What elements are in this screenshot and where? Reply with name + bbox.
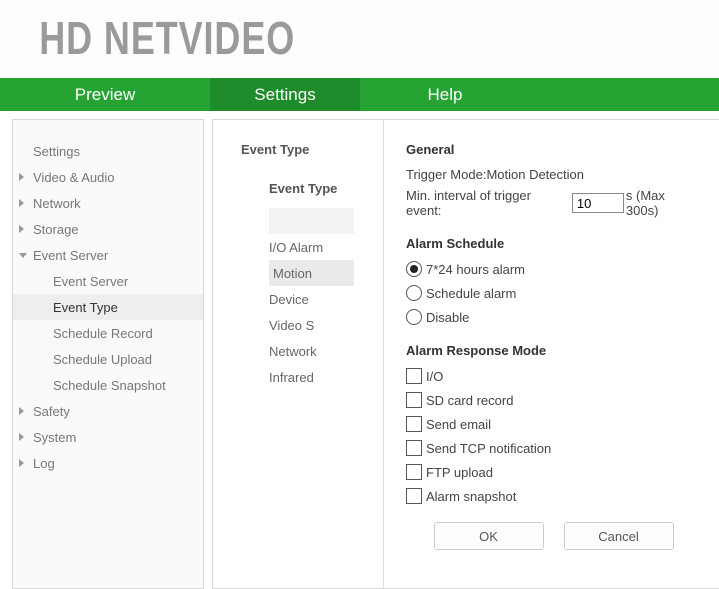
- interval-label: Min. interval of trigger event:: [406, 188, 570, 218]
- chevron-right-icon: [19, 459, 24, 467]
- radio-icon: [406, 261, 422, 277]
- brand-logo: HD NETVIDEO: [39, 13, 295, 65]
- opt-label: Alarm snapshot: [426, 489, 516, 504]
- radio-icon: [406, 309, 422, 325]
- event-type-label: I/O Alarm: [269, 240, 323, 255]
- general-heading: General: [406, 142, 701, 157]
- event-type-label: Infrared: [269, 370, 314, 385]
- interval-input[interactable]: [572, 193, 624, 213]
- settings-panel: General Trigger Mode: Motion Detection M…: [383, 120, 719, 588]
- sidebar-item-event-server-child[interactable]: Event Server: [13, 268, 203, 294]
- interval-row: Min. interval of trigger event: s (Max 3…: [406, 188, 701, 218]
- sidebar-label: Video & Audio: [33, 170, 114, 185]
- ok-button[interactable]: OK: [434, 522, 544, 550]
- sidebar-label: Storage: [33, 222, 79, 237]
- schedule-opt-schedule[interactable]: Schedule alarm: [406, 285, 701, 301]
- chevron-right-icon: [19, 433, 24, 441]
- trigger-mode-value: Motion Detection: [486, 167, 584, 182]
- event-type-label: Video S: [269, 318, 314, 333]
- cancel-button[interactable]: Cancel: [564, 522, 674, 550]
- response-section: Alarm Response Mode I/O SD card record S…: [406, 343, 701, 504]
- checkbox-icon: [406, 392, 422, 408]
- response-opt-ftp[interactable]: FTP upload: [406, 464, 701, 480]
- sidebar-item-settings[interactable]: Settings: [13, 138, 203, 164]
- chevron-right-icon: [19, 173, 24, 181]
- opt-label: Send email: [426, 417, 491, 432]
- sidebar-label: Safety: [33, 404, 70, 419]
- opt-label: Schedule alarm: [426, 286, 516, 301]
- opt-label: FTP upload: [426, 465, 493, 480]
- response-opt-email[interactable]: Send email: [406, 416, 701, 432]
- response-opt-io[interactable]: I/O: [406, 368, 701, 384]
- opt-label: I/O: [426, 369, 443, 384]
- sidebar-item-log[interactable]: Log: [13, 450, 203, 476]
- sidebar-label: Event Server: [33, 248, 108, 263]
- nav-settings[interactable]: Settings: [210, 78, 360, 111]
- sidebar-label: Schedule Record: [53, 326, 153, 341]
- schedule-heading: Alarm Schedule: [406, 236, 701, 251]
- nav-preview[interactable]: Preview: [0, 78, 210, 111]
- sidebar-item-schedule-record[interactable]: Schedule Record: [13, 320, 203, 346]
- sidebar-label: Log: [33, 456, 55, 471]
- checkbox-icon: [406, 368, 422, 384]
- event-type-label: Network: [269, 344, 317, 359]
- checkbox-icon: [406, 488, 422, 504]
- event-type-label: Device: [269, 292, 309, 307]
- opt-label: 7*24 hours alarm: [426, 262, 525, 277]
- sidebar-label: Event Type: [53, 300, 118, 315]
- opt-label: SD card record: [426, 393, 513, 408]
- nav-help[interactable]: Help: [360, 78, 530, 111]
- chevron-right-icon: [19, 199, 24, 207]
- chevron-down-icon: [19, 253, 27, 258]
- trigger-mode-label: Trigger Mode:: [406, 167, 486, 182]
- sidebar-label: System: [33, 430, 76, 445]
- chevron-right-icon: [19, 407, 24, 415]
- schedule-section: Alarm Schedule 7*24 hours alarm Schedule…: [406, 236, 701, 325]
- sidebar-item-safety[interactable]: Safety: [13, 398, 203, 424]
- response-opt-tcp[interactable]: Send TCP notification: [406, 440, 701, 456]
- sidebar-item-schedule-snapshot[interactable]: Schedule Snapshot: [13, 372, 203, 398]
- opt-label: Disable: [426, 310, 469, 325]
- sidebar-item-storage[interactable]: Storage: [13, 216, 203, 242]
- event-type-row-motion[interactable]: Motion: [269, 260, 354, 286]
- radio-icon: [406, 285, 422, 301]
- general-section: General Trigger Mode: Motion Detection M…: [406, 142, 701, 218]
- sidebar-item-event-type[interactable]: Event Type: [13, 294, 203, 320]
- response-opt-sd[interactable]: SD card record: [406, 392, 701, 408]
- sidebar-item-event-server[interactable]: Event Server: [13, 242, 203, 268]
- checkbox-icon: [406, 416, 422, 432]
- schedule-opt-247[interactable]: 7*24 hours alarm: [406, 261, 701, 277]
- sidebar-item-video-audio[interactable]: Video & Audio: [13, 164, 203, 190]
- sidebar-item-schedule-upload[interactable]: Schedule Upload: [13, 346, 203, 372]
- sidebar-label: Network: [33, 196, 81, 211]
- schedule-opt-disable[interactable]: Disable: [406, 309, 701, 325]
- checkbox-icon: [406, 464, 422, 480]
- content: Event Type Event Type I/O Alarm Motion D…: [212, 119, 719, 589]
- button-bar: OK Cancel: [406, 522, 701, 550]
- sidebar-item-system[interactable]: System: [13, 424, 203, 450]
- header: HD NETVIDEO: [0, 0, 719, 78]
- sidebar-label: Schedule Snapshot: [53, 378, 166, 393]
- event-type-label: Motion: [273, 266, 312, 281]
- response-opt-snapshot[interactable]: Alarm snapshot: [406, 488, 701, 504]
- sidebar-label: Event Server: [53, 274, 128, 289]
- trigger-mode-row: Trigger Mode: Motion Detection: [406, 167, 701, 182]
- interval-unit: s (Max 300s): [626, 188, 701, 218]
- event-type-row-blank[interactable]: [269, 208, 354, 234]
- checkbox-icon: [406, 440, 422, 456]
- sidebar-item-network[interactable]: Network: [13, 190, 203, 216]
- chevron-right-icon: [19, 225, 24, 233]
- sidebar-label: Schedule Upload: [53, 352, 152, 367]
- opt-label: Send TCP notification: [426, 441, 551, 456]
- sidebar-label: Settings: [33, 144, 80, 159]
- sidebar: Settings Video & Audio Network Storage E…: [12, 119, 204, 589]
- main-nav: Preview Settings Help: [0, 78, 719, 111]
- response-heading: Alarm Response Mode: [406, 343, 701, 358]
